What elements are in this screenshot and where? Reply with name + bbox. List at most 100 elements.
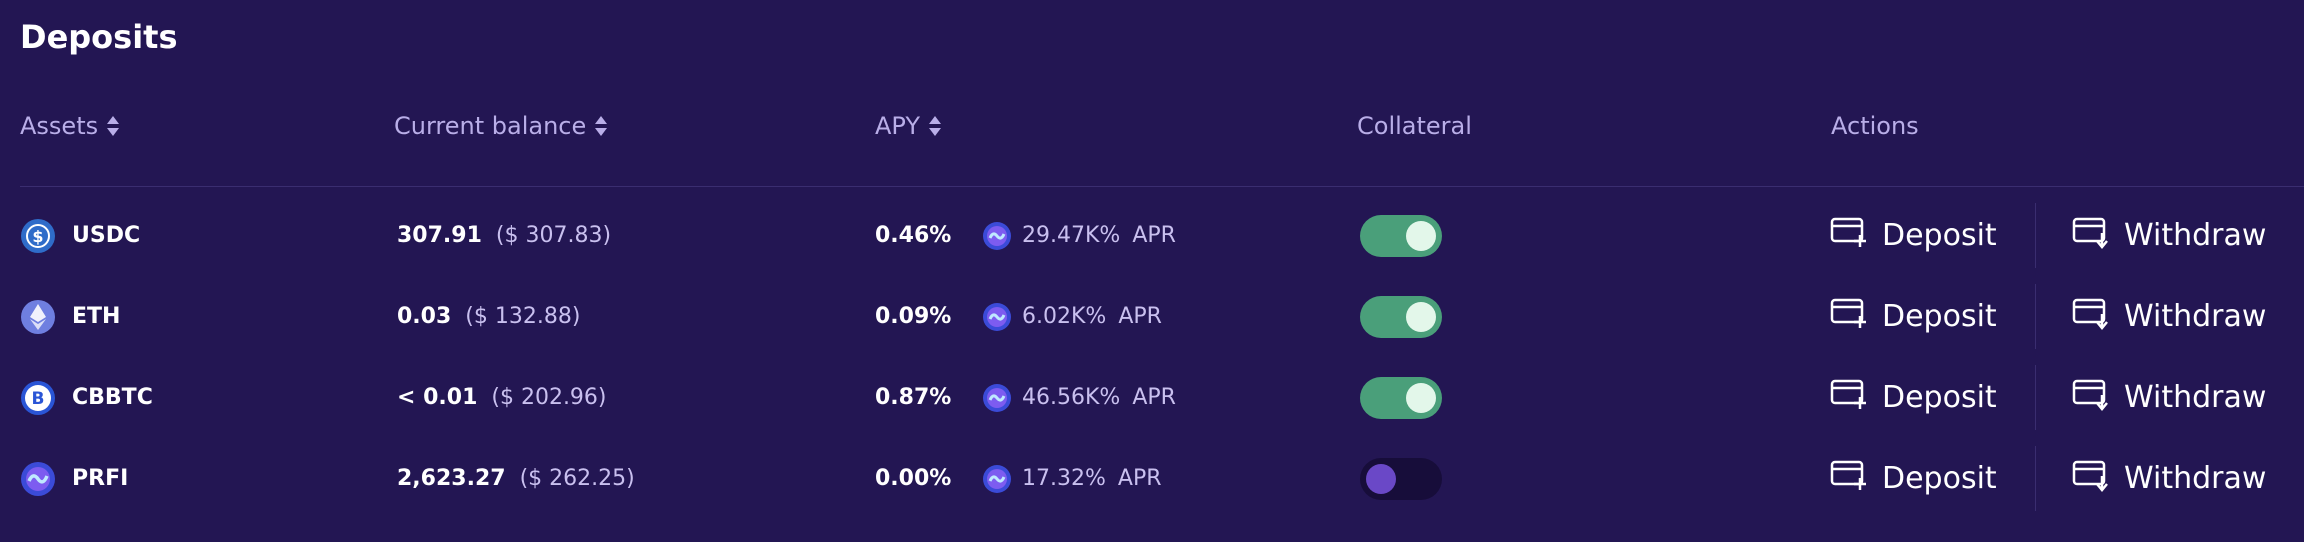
prfi-icon bbox=[20, 461, 56, 497]
deposits-panel: Deposits Assets Current balance APY Coll… bbox=[0, 0, 2304, 542]
asset-symbol: CBBTC bbox=[72, 385, 153, 410]
asset-symbol: USDC bbox=[72, 223, 141, 248]
sort-icon[interactable] bbox=[594, 114, 608, 138]
apr-label: APR bbox=[1132, 223, 1176, 248]
apy-value: 0.09% bbox=[875, 304, 952, 329]
reward-token-icon bbox=[982, 383, 1012, 413]
apy-value: 0.00% bbox=[875, 466, 952, 491]
table-row: PRFI 2,623.27 ($ 262.25) 0.00% 17.32% AP… bbox=[0, 438, 2304, 519]
collateral-toggle[interactable] bbox=[1360, 377, 1442, 419]
balance-usd: ($ 202.96) bbox=[491, 385, 607, 410]
asset-cell: B CBBTC bbox=[20, 357, 153, 438]
withdraw-label: Withdraw bbox=[2124, 299, 2267, 334]
header-current-balance[interactable]: Current balance bbox=[394, 112, 608, 140]
apr-label: APR bbox=[1118, 304, 1162, 329]
withdraw-card-icon bbox=[2072, 458, 2110, 500]
toggle-knob bbox=[1406, 383, 1436, 413]
action-divider bbox=[2035, 203, 2036, 268]
balance-cell: 307.91 ($ 307.83) bbox=[397, 195, 611, 276]
balance-cell: 2,623.27 ($ 262.25) bbox=[397, 438, 635, 519]
sort-icon[interactable] bbox=[928, 114, 942, 138]
reward-apr: 46.56K% APR bbox=[982, 357, 1176, 438]
withdraw-card-icon bbox=[2072, 377, 2110, 419]
header-actions-label: Actions bbox=[1831, 112, 1919, 140]
reward-value: 17.32% bbox=[1022, 466, 1106, 491]
asset-cell: ETH bbox=[20, 276, 120, 357]
table-row: ETH 0.03 ($ 132.88) 0.09% 6.02K% APR Dep… bbox=[0, 276, 2304, 357]
asset-symbol: ETH bbox=[72, 304, 121, 329]
table-row: B CBBTC < 0.01 ($ 202.96) 0.87% 46.56K% … bbox=[0, 357, 2304, 438]
deposit-card-icon bbox=[1830, 377, 1868, 419]
reward-value: 46.56K% bbox=[1022, 385, 1121, 410]
reward-token-icon bbox=[982, 221, 1012, 251]
balance-usd: ($ 132.88) bbox=[465, 304, 581, 329]
withdraw-label: Withdraw bbox=[2124, 218, 2267, 253]
deposit-label: Deposit bbox=[1882, 380, 1997, 415]
deposit-label: Deposit bbox=[1882, 218, 1997, 253]
svg-text:B: B bbox=[32, 389, 45, 409]
apr-label: APR bbox=[1132, 385, 1176, 410]
balance-amount: 307.91 bbox=[397, 223, 482, 248]
reward-token-icon bbox=[982, 464, 1012, 494]
page-title: Deposits bbox=[20, 18, 178, 56]
action-divider bbox=[2035, 284, 2036, 349]
collateral-toggle[interactable] bbox=[1360, 215, 1442, 257]
reward-apr: 6.02K% APR bbox=[982, 276, 1162, 357]
balance-usd: ($ 307.83) bbox=[495, 223, 612, 248]
balance-cell: < 0.01 ($ 202.96) bbox=[397, 357, 607, 438]
balance-amount: 0.03 bbox=[397, 304, 452, 329]
deposit-button[interactable]: Deposit bbox=[1830, 357, 1997, 438]
toggle-knob bbox=[1406, 302, 1436, 332]
header-assets[interactable]: Assets bbox=[20, 112, 120, 140]
withdraw-card-icon bbox=[2072, 215, 2110, 257]
deposit-card-icon bbox=[1830, 296, 1868, 338]
asset-cell: PRFI bbox=[20, 438, 128, 519]
deposit-label: Deposit bbox=[1882, 461, 1997, 496]
deposit-button[interactable]: Deposit bbox=[1830, 276, 1997, 357]
collateral-toggle[interactable] bbox=[1360, 296, 1442, 338]
withdraw-button[interactable]: Withdraw bbox=[2072, 276, 2266, 357]
deposit-label: Deposit bbox=[1882, 299, 1997, 334]
header-actions: Actions bbox=[1831, 112, 1919, 140]
withdraw-label: Withdraw bbox=[2124, 380, 2267, 415]
header-apy-label: APY bbox=[875, 112, 921, 140]
balance-usd: ($ 262.25) bbox=[519, 466, 635, 491]
header-divider bbox=[20, 186, 2304, 187]
header-assets-label: Assets bbox=[20, 112, 99, 140]
reward-token-icon bbox=[982, 302, 1012, 332]
toggle-knob bbox=[1406, 221, 1436, 251]
collateral-toggle[interactable] bbox=[1360, 458, 1442, 500]
header-apy[interactable]: APY bbox=[875, 112, 942, 140]
header-collateral: Collateral bbox=[1357, 112, 1472, 140]
withdraw-card-icon bbox=[2072, 296, 2110, 338]
apy-value: 0.46% bbox=[875, 223, 952, 248]
balance-cell: 0.03 ($ 132.88) bbox=[397, 276, 580, 357]
usdc-icon: $ bbox=[20, 218, 56, 254]
withdraw-button[interactable]: Withdraw bbox=[2072, 195, 2266, 276]
svg-text:$: $ bbox=[32, 227, 43, 246]
sort-icon[interactable] bbox=[106, 114, 120, 138]
asset-cell: $ USDC bbox=[20, 195, 140, 276]
deposit-card-icon bbox=[1830, 215, 1868, 257]
cbbtc-icon: B bbox=[20, 380, 56, 416]
deposit-button[interactable]: Deposit bbox=[1830, 438, 1997, 519]
action-divider bbox=[2035, 365, 2036, 430]
apy-value: 0.87% bbox=[875, 385, 952, 410]
eth-icon bbox=[20, 299, 56, 335]
withdraw-button[interactable]: Withdraw bbox=[2072, 438, 2266, 519]
toggle-knob bbox=[1366, 464, 1396, 494]
apr-label: APR bbox=[1117, 466, 1162, 491]
action-divider bbox=[2035, 446, 2036, 511]
withdraw-button[interactable]: Withdraw bbox=[2072, 357, 2266, 438]
balance-amount: < 0.01 bbox=[397, 385, 478, 410]
reward-value: 29.47K% bbox=[1022, 223, 1121, 248]
reward-value: 6.02K% bbox=[1022, 304, 1107, 329]
balance-amount: 2,623.27 bbox=[397, 466, 506, 491]
header-collateral-label: Collateral bbox=[1357, 112, 1472, 140]
reward-apr: 29.47K% APR bbox=[982, 195, 1176, 276]
withdraw-label: Withdraw bbox=[2124, 461, 2267, 496]
reward-apr: 17.32% APR bbox=[982, 438, 1162, 519]
table-row: $ USDC 307.91 ($ 307.83) 0.46% 29.47K% A… bbox=[0, 195, 2304, 276]
header-current-balance-label: Current balance bbox=[394, 112, 587, 140]
deposit-button[interactable]: Deposit bbox=[1830, 195, 1997, 276]
